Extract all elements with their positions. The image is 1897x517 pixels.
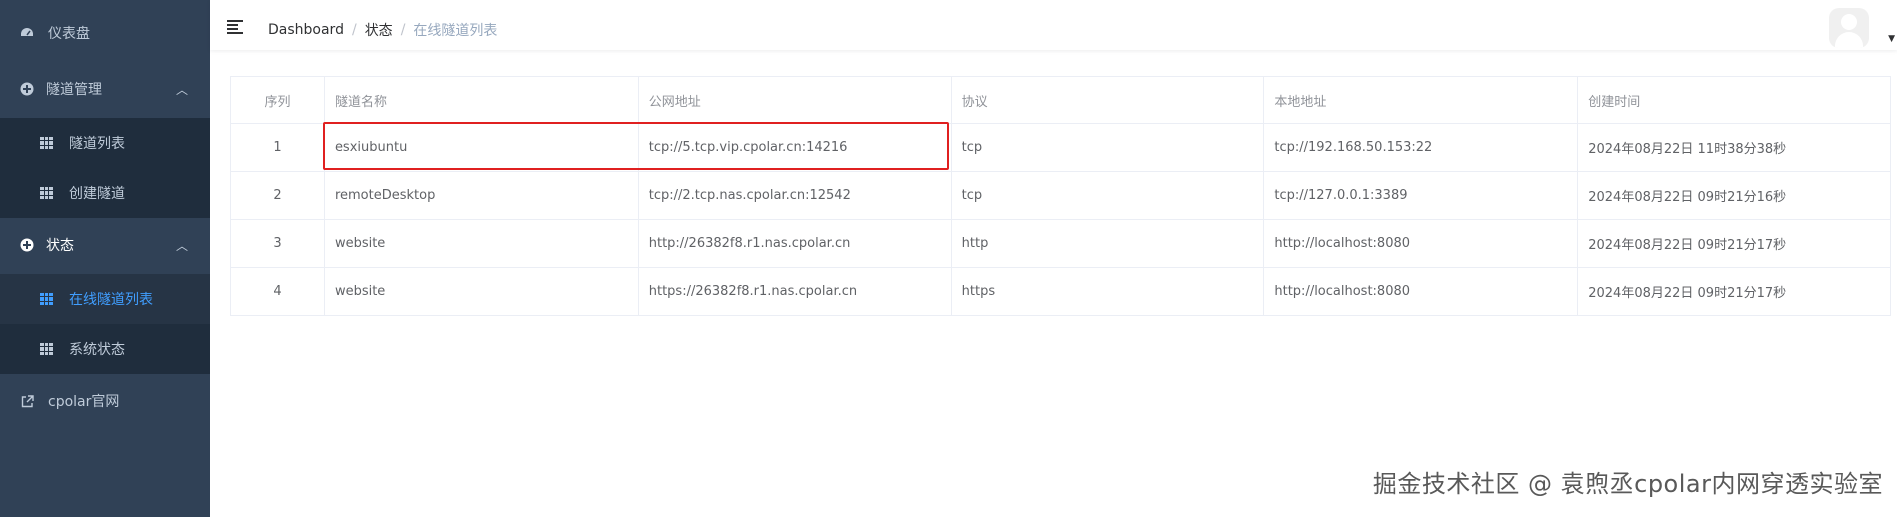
sidebar-item-label: 隧道列表 xyxy=(69,136,125,152)
table-row[interactable]: 2 remoteDesktop tcp://2.tcp.nas.cpolar.c… xyxy=(230,171,1891,220)
sidebar-item-system-status[interactable]: 系统状态 xyxy=(0,324,210,374)
hamburger-icon[interactable] xyxy=(227,20,243,34)
sidebar-item-label: 仪表盘 xyxy=(48,26,90,42)
sidebar-item-status[interactable]: 状态 ︿ xyxy=(0,220,210,270)
table-cell: https://26382f8.r1.nas.cpolar.cn xyxy=(637,267,952,316)
sidebar: 仪表盘 隧道管理 ︿ 隧道列表 创建隧道 状态 ︿ 在线隧道列表 系统状态 cp xyxy=(0,0,210,517)
table-cell: 1 xyxy=(230,123,325,172)
table-cell: tcp://127.0.0.1:3389 xyxy=(1263,171,1579,220)
plus-circle-icon xyxy=(20,82,34,96)
table-cell: https xyxy=(950,267,1265,316)
table-cell: http://localhost:8080 xyxy=(1263,219,1579,268)
table-cell: website xyxy=(323,267,639,316)
table-cell: 3 xyxy=(230,219,325,268)
column-header: 隧道名称 xyxy=(323,76,639,124)
navbar: Dashboard / 状态 / 在线隧道列表 ▼ xyxy=(210,0,1897,50)
column-header: 公网地址 xyxy=(637,76,952,124)
breadcrumb: Dashboard / 状态 / 在线隧道列表 xyxy=(268,20,497,40)
online-tunnels-table: 序列 隧道名称 公网地址 协议 本地地址 创建时间 1 esxiubuntu t… xyxy=(230,76,1891,316)
table-cell: tcp://192.168.50.153:22 xyxy=(1263,123,1579,172)
breadcrumb-dashboard[interactable]: Dashboard xyxy=(268,22,344,38)
watermark: 掘金技术社区 @ 袁煦丞cpolar内网穿透实验室 xyxy=(1372,470,1883,498)
sidebar-item-create-tunnel[interactable]: 创建隧道 xyxy=(0,168,210,218)
breadcrumb-status[interactable]: 状态 xyxy=(365,20,393,40)
table-cell: 4 xyxy=(230,267,325,316)
breadcrumb-current: 在线隧道列表 xyxy=(413,23,498,39)
sidebar-item-label: 在线隧道列表 xyxy=(69,292,153,308)
dashboard-icon xyxy=(20,26,34,40)
sidebar-item-online-tunnel-list[interactable]: 在线隧道列表 xyxy=(0,274,210,324)
table-row[interactable]: 3 website http://26382f8.r1.nas.cpolar.c… xyxy=(230,219,1891,268)
table-cell: remoteDesktop xyxy=(323,171,639,220)
plus-circle-icon xyxy=(20,238,34,252)
table-header-row: 序列 隧道名称 公网地址 协议 本地地址 创建时间 xyxy=(230,76,1891,124)
table-cell: tcp xyxy=(950,123,1265,172)
chevron-up-icon: ︿ xyxy=(175,238,188,253)
table-cell: http xyxy=(950,219,1265,268)
column-header: 协议 xyxy=(950,76,1265,124)
sidebar-item-tunnel-list[interactable]: 隧道列表 xyxy=(0,118,210,168)
sidebar-item-official-site[interactable]: cpolar官网 xyxy=(0,376,210,426)
table-cell: http://localhost:8080 xyxy=(1263,267,1579,316)
avatar[interactable] xyxy=(1829,8,1869,48)
table-cell: http://26382f8.r1.nas.cpolar.cn xyxy=(637,219,952,268)
column-header: 创建时间 xyxy=(1577,76,1891,124)
table-icon xyxy=(40,187,53,199)
highlight-annotation-box xyxy=(323,122,949,170)
sidebar-item-label: 系统状态 xyxy=(69,342,125,358)
table-cell: website xyxy=(323,219,639,268)
table-cell: 2024年08月22日 09时21分17秒 xyxy=(1577,267,1891,316)
breadcrumb-separator: / xyxy=(400,22,406,38)
table-cell: tcp xyxy=(950,171,1265,220)
sidebar-item-label: 隧道管理 xyxy=(46,82,102,98)
column-header: 序列 xyxy=(230,76,325,124)
table-cell: 2024年08月22日 09时21分17秒 xyxy=(1577,219,1891,268)
table-cell: 2024年08月22日 11时38分38秒 xyxy=(1577,123,1891,172)
table-icon xyxy=(40,293,53,305)
sidebar-item-dashboard[interactable]: 仪表盘 xyxy=(0,8,210,58)
column-header: 本地地址 xyxy=(1263,76,1579,124)
table-icon xyxy=(40,343,53,355)
external-link-icon xyxy=(20,394,34,408)
table-cell: 2024年08月22日 09时21分16秒 xyxy=(1577,171,1891,220)
sidebar-item-label: cpolar官网 xyxy=(48,394,120,410)
sidebar-item-label: 状态 xyxy=(46,238,74,254)
sidebar-item-label: 创建隧道 xyxy=(69,186,125,202)
table-cell: 2 xyxy=(230,171,325,220)
breadcrumb-separator: / xyxy=(351,22,357,38)
table-icon xyxy=(40,137,53,149)
chevron-up-icon: ︿ xyxy=(175,82,188,97)
caret-down-icon[interactable]: ▼ xyxy=(1888,34,1895,44)
table-cell: tcp://2.tcp.nas.cpolar.cn:12542 xyxy=(637,171,952,220)
sidebar-item-tunnel-management[interactable]: 隧道管理 ︿ xyxy=(0,64,210,114)
table-row[interactable]: 4 website https://26382f8.r1.nas.cpolar.… xyxy=(230,267,1891,316)
